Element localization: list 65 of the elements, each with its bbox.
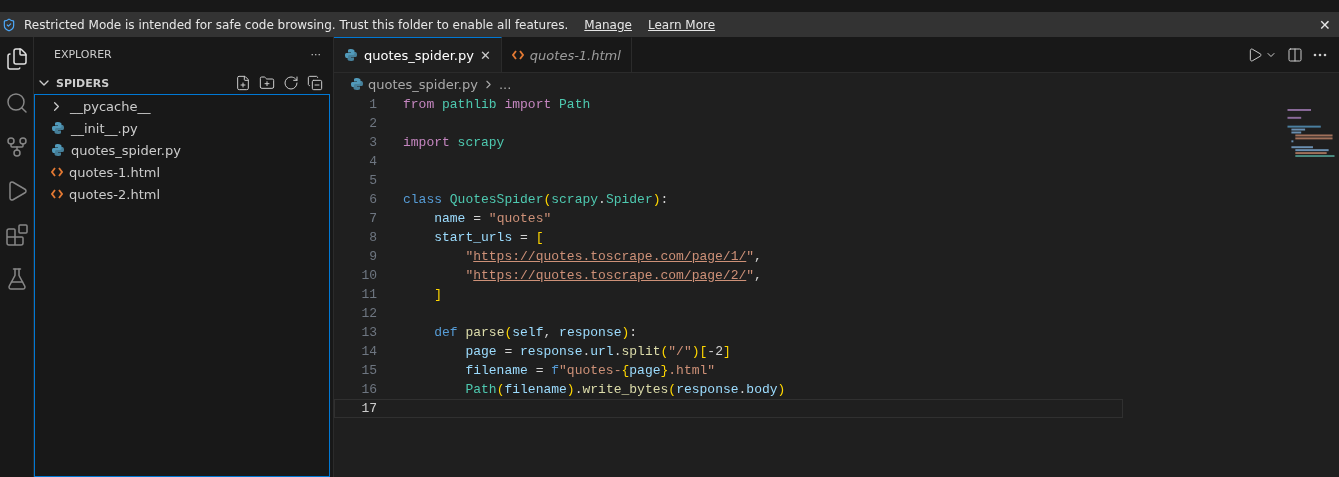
code-line: class QuotesSpider(scrapy.Spider): xyxy=(403,192,669,207)
file-name[interactable]: quotes_spider.py xyxy=(71,142,181,158)
line-number: 10 xyxy=(360,268,377,283)
code-line: Path(filename).write_bytes(response.body) xyxy=(464,382,786,397)
refresh-icon[interactable] xyxy=(283,75,299,91)
line-number: 17 xyxy=(360,401,377,416)
code-line: "https://quotes.toscrape.com/page/1/", xyxy=(464,249,762,264)
python-icon xyxy=(350,77,364,91)
blocks-icon[interactable] xyxy=(4,223,29,247)
explorer-title: EXPLORER xyxy=(54,48,112,61)
line-number: 3 xyxy=(368,135,377,150)
banner-link[interactable]: Learn More xyxy=(647,17,716,32)
python-icon xyxy=(51,121,65,135)
code-brackets-icon xyxy=(51,189,63,199)
close-button[interactable]: ✕ xyxy=(1317,16,1333,33)
code-brackets-icon xyxy=(51,167,63,177)
line-number: 14 xyxy=(360,344,377,359)
line-number: 13 xyxy=(360,325,377,340)
shield-icon xyxy=(2,17,16,32)
file-name[interactable]: quotes-2.html xyxy=(69,186,161,202)
folder-section-title[interactable]: SPIDERS xyxy=(56,76,110,90)
editor-tab[interactable]: quotes_spider.py ✕ xyxy=(334,37,502,72)
banner-message: Restricted Mode is intended for safe code browsing. Trust this folder to enable all features. xyxy=(24,17,569,32)
code-line: ] xyxy=(433,287,442,302)
minimap-drawing xyxy=(1287,109,1335,157)
close-tab-button[interactable]: ✕ xyxy=(479,47,491,63)
code-brackets-icon xyxy=(511,50,524,60)
more-icon[interactable] xyxy=(1313,52,1327,57)
new-folder-icon[interactable] xyxy=(259,75,275,91)
line-number: 15 xyxy=(360,363,377,378)
line-number: 1 xyxy=(368,97,377,112)
line-number: 5 xyxy=(368,173,377,188)
line-number: 4 xyxy=(368,154,377,169)
split-editor-icon[interactable] xyxy=(1287,46,1303,63)
code-line: def parse(self, response): xyxy=(433,325,638,340)
collapse-all-icon[interactable] xyxy=(307,75,323,91)
code-line: name = "quotes" xyxy=(433,211,552,226)
new-file-icon[interactable] xyxy=(235,75,251,91)
code-line: import scrapy xyxy=(403,135,505,150)
more-actions-button[interactable]: ··· xyxy=(310,48,321,61)
line-number: 7 xyxy=(368,211,377,226)
banner-link[interactable]: Manage xyxy=(584,17,632,32)
python-icon xyxy=(51,143,65,157)
code-line: page = response.url.split("/")[-2] xyxy=(464,344,731,359)
code-line: start_urls = [ xyxy=(433,230,544,245)
line-number: 12 xyxy=(360,306,377,321)
breadcrumb-file[interactable]: quotes_spider.py xyxy=(368,76,478,92)
run-icon[interactable] xyxy=(1247,46,1263,63)
files-icon[interactable] xyxy=(4,47,29,71)
line-number: 16 xyxy=(360,382,377,397)
breadcrumb-more[interactable]: ... xyxy=(498,76,512,92)
file-name[interactable]: quotes-1.html xyxy=(69,164,161,180)
file-name[interactable]: __init__.py xyxy=(71,120,138,136)
line-number: 2 xyxy=(368,116,377,131)
line-number: 9 xyxy=(368,249,377,264)
search-icon[interactable] xyxy=(4,91,29,115)
folder-name[interactable]: __pycache__ xyxy=(70,98,151,114)
line-number: 11 xyxy=(360,287,377,302)
code-line: "https://quotes.toscrape.com/page/2/", xyxy=(464,268,762,283)
line-number: 8 xyxy=(368,230,377,245)
python-icon xyxy=(344,48,358,62)
code-line: from pathlib import Path xyxy=(403,97,591,112)
line-number: 6 xyxy=(368,192,377,207)
code-line: filename = f"quotes-{page}.html" xyxy=(464,363,716,378)
branch-icon[interactable] xyxy=(4,135,29,159)
